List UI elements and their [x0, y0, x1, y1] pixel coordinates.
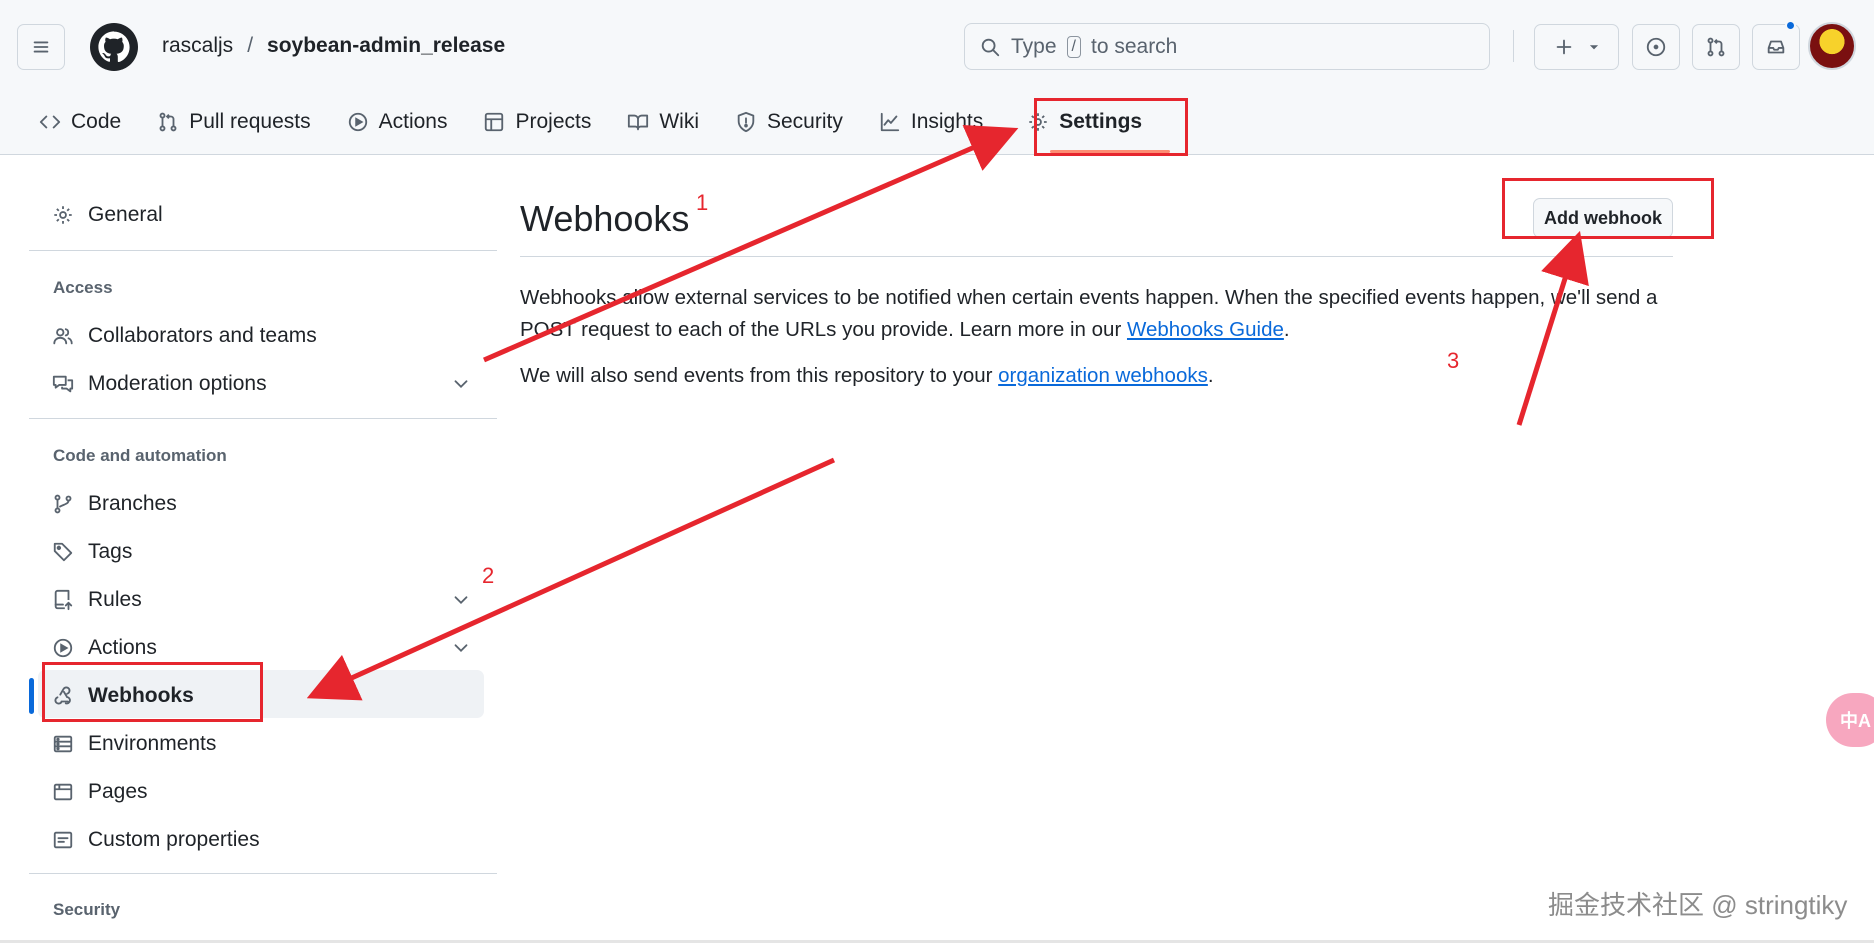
arrow-to-webhooks: [306, 457, 836, 701]
watermark: 掘金技术社区 @ stringtiky: [1548, 890, 1848, 920]
translate-button[interactable]: 中A: [1826, 693, 1874, 747]
annotation-arrows: [306, 125, 1589, 701]
arrow-to-add-webhook: [1516, 230, 1589, 426]
arrow-to-settings: [483, 125, 1019, 363]
